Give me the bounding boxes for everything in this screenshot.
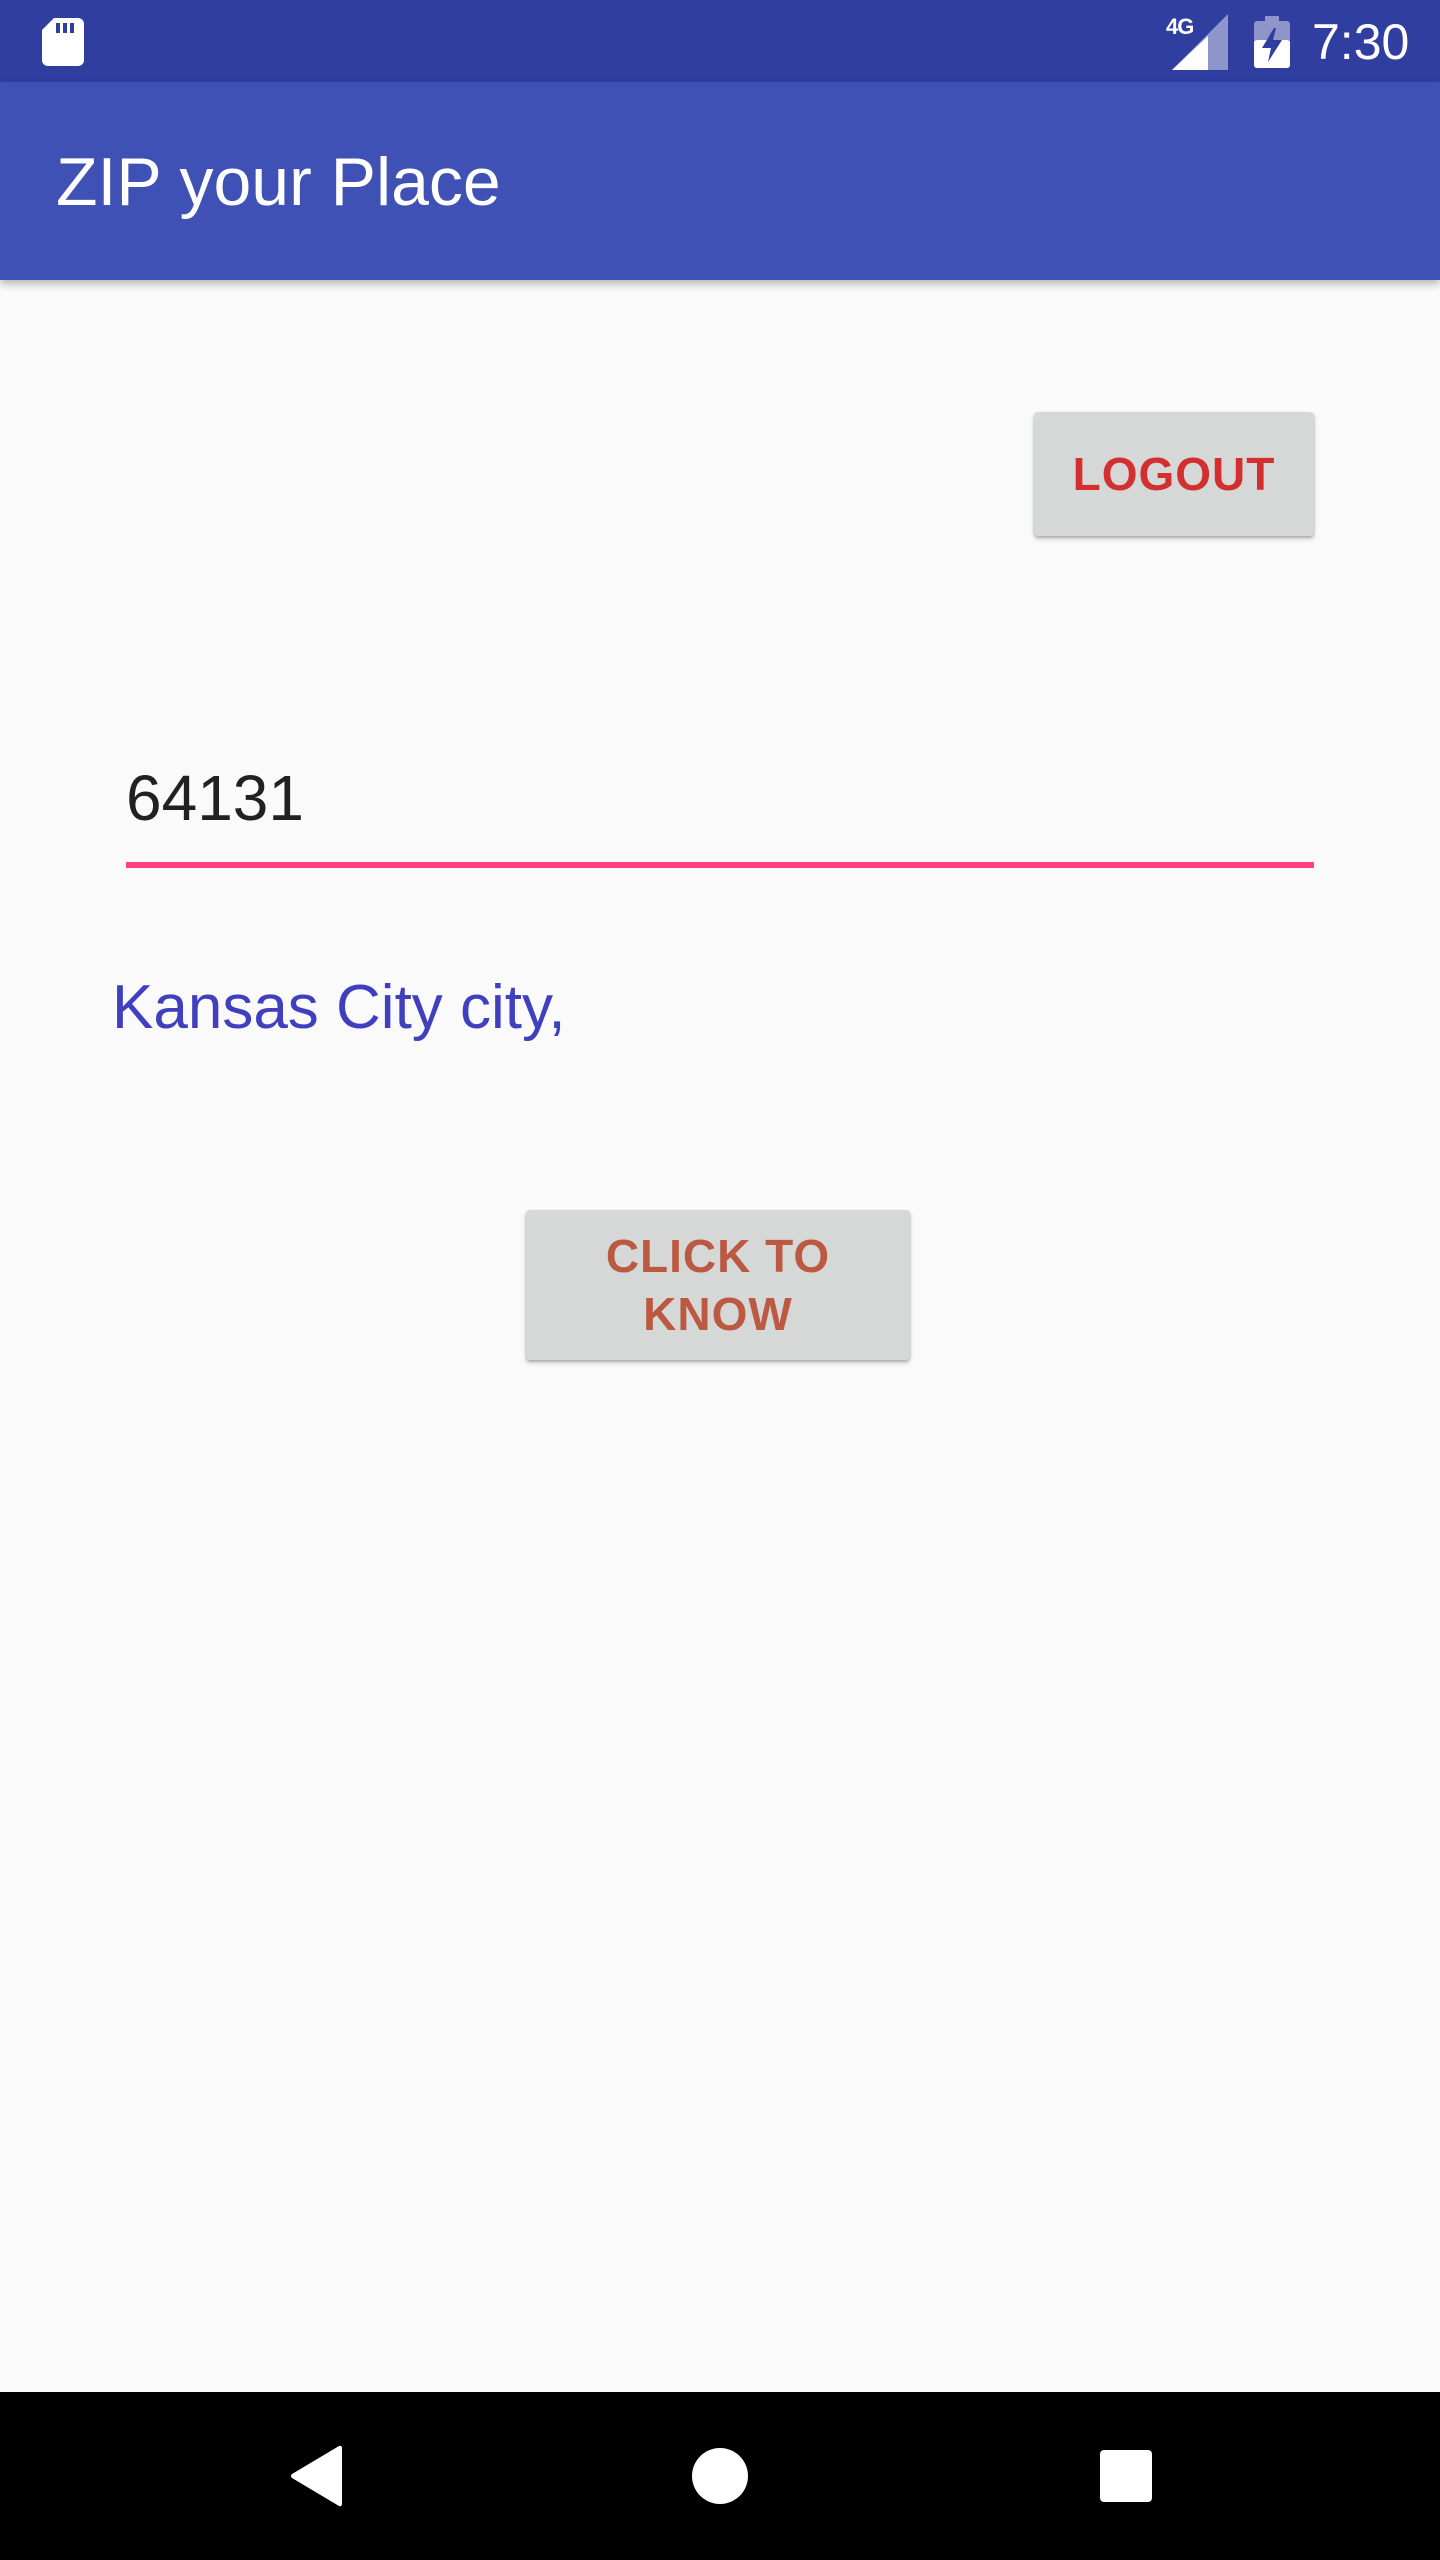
status-bar: 4G 7:30	[0, 0, 1440, 82]
home-icon	[692, 2448, 748, 2504]
back-icon	[291, 2445, 343, 2507]
home-button[interactable]	[678, 2434, 762, 2518]
sd-card-icon	[42, 18, 84, 66]
recent-apps-button[interactable]	[1084, 2434, 1168, 2518]
zip-input-underline	[126, 862, 1314, 868]
navigation-bar	[0, 2392, 1440, 2560]
battery-charging-icon	[1254, 16, 1290, 68]
click-to-know-button-label: CLICK TO KNOW	[605, 1230, 831, 1340]
logout-button[interactable]: LOGOUT	[1034, 412, 1314, 536]
network-type-label: 4G	[1166, 14, 1194, 39]
zip-input[interactable]	[126, 748, 1314, 848]
screen: 4G 7:30 ZIP your Place LOGOUT Kansas Cit…	[0, 0, 1440, 2560]
click-to-know-button[interactable]: CLICK TO KNOW	[526, 1210, 910, 1360]
app-title: ZIP your Place	[56, 144, 501, 220]
result-text: Kansas City city,	[112, 973, 566, 1042]
app-bar: ZIP your Place	[0, 82, 1440, 280]
clock: 7:30	[1312, 14, 1410, 70]
logout-button-label: LOGOUT	[1072, 448, 1276, 500]
back-button[interactable]	[274, 2434, 358, 2518]
recent-apps-icon	[1100, 2450, 1152, 2502]
zip-field[interactable]	[126, 748, 1314, 868]
